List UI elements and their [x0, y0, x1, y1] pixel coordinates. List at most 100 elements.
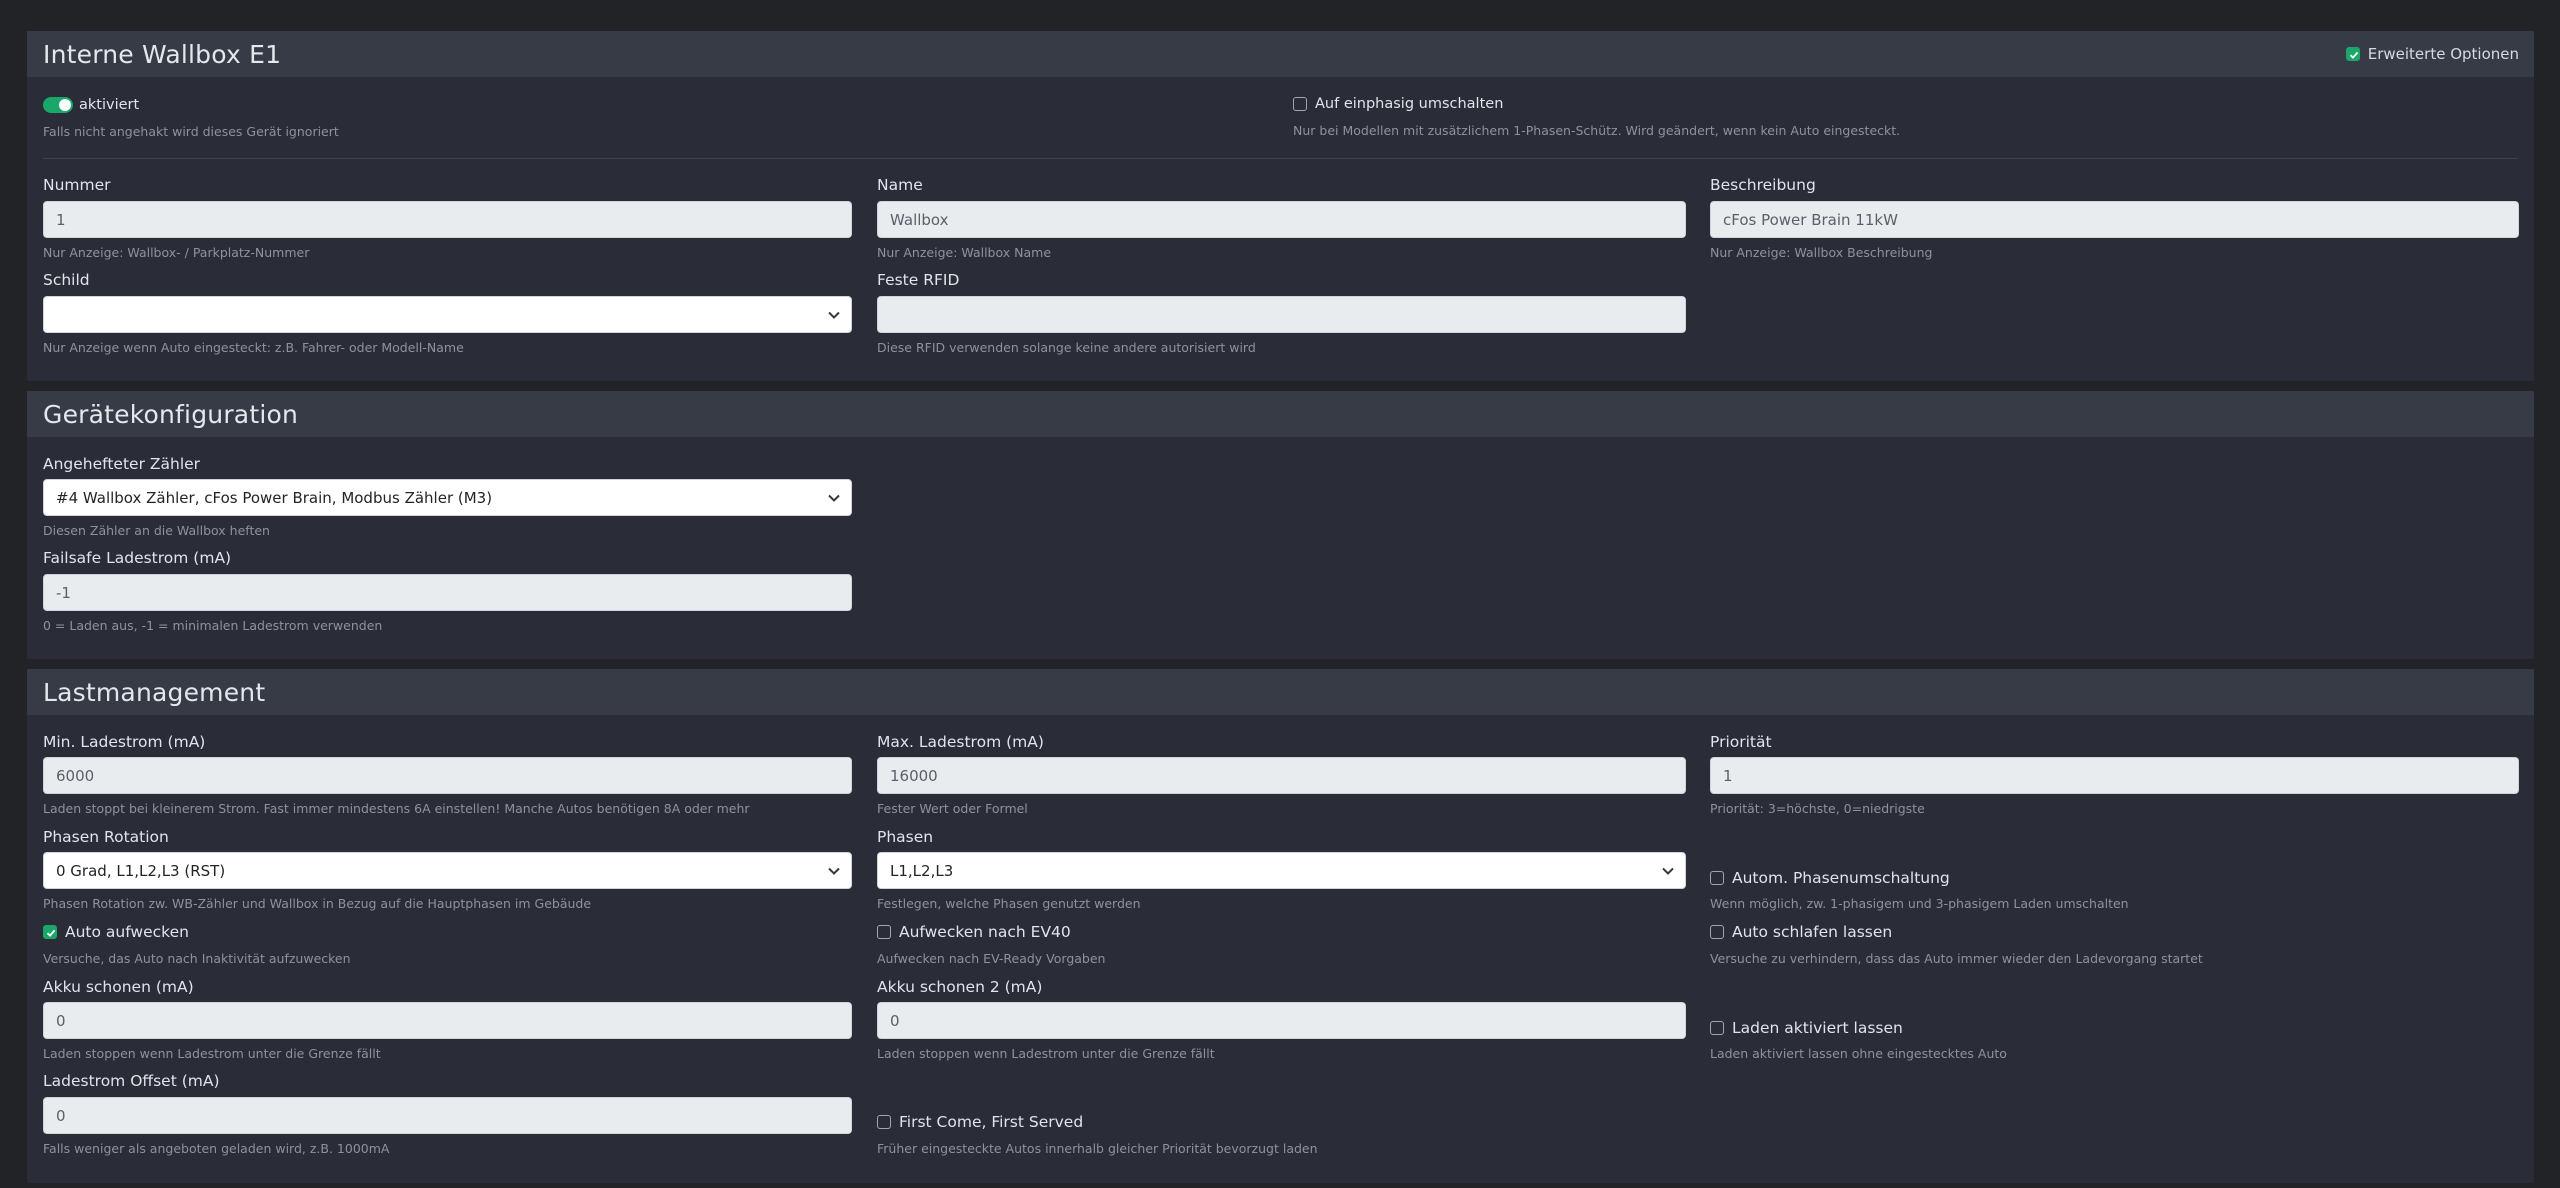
wake-ev40-label: Aufwecken nach EV40	[899, 923, 1071, 941]
keep-charging-row[interactable]: Laden aktiviert lassen	[1710, 1019, 1903, 1037]
beschreibung-input[interactable]: cFos Power Brain 11kW	[1710, 201, 2519, 238]
wallbox-card: Interne Wallbox E1 Erweiterte Optionen a…	[27, 31, 2534, 381]
device-config-header: Gerätekonfiguration	[27, 391, 2534, 437]
name-label: Name	[877, 176, 923, 194]
name-input[interactable]: Wallbox	[877, 201, 1686, 238]
min-current-hint: Laden stoppt bei kleinerem Strom. Fast i…	[43, 801, 750, 816]
advanced-options-toggle[interactable]: Erweiterte Optionen	[2345, 45, 2519, 63]
failsafe-input[interactable]: -1	[43, 574, 852, 611]
battery-hint: Laden stoppen wenn Ladestrom unter die G…	[43, 1046, 381, 1061]
battery2-hint: Laden stoppen wenn Ladestrom unter die G…	[877, 1046, 1215, 1061]
priority-hint: Priorität: 3=höchste, 0=niedrigste	[1710, 801, 1925, 816]
meter-hint: Diesen Zähler an die Wallbox heften	[43, 523, 270, 538]
offset-label: Ladestrom Offset (mA)	[43, 1072, 220, 1090]
chevron-down-icon	[828, 867, 840, 875]
auto-phase-switch-row[interactable]: Autom. Phasenumschaltung	[1710, 869, 1950, 887]
wake-ev40-checkbox[interactable]	[877, 925, 891, 939]
single-phase-checkbox[interactable]	[1293, 97, 1307, 111]
min-current-input[interactable]: 6000	[43, 757, 852, 794]
auto-phase-switch-hint: Wenn möglich, zw. 1-phasigem und 3-phasi…	[1710, 896, 2129, 911]
min-current-value: 6000	[56, 766, 95, 785]
priority-label: Priorität	[1710, 733, 1772, 751]
beschreibung-hint: Nur Anzeige: Wallbox Beschreibung	[1710, 245, 1933, 260]
rfid-label: Feste RFID	[877, 271, 960, 289]
wallbox-card-header: Interne Wallbox E1 Erweiterte Optionen	[27, 31, 2534, 77]
beschreibung-label: Beschreibung	[1710, 176, 1816, 194]
wake-up-hint: Versuche, das Auto nach Inaktivität aufz…	[43, 951, 351, 966]
meter-label: Angehefteter Zähler	[43, 455, 201, 473]
chevron-down-icon	[828, 311, 840, 319]
offset-input[interactable]: 0	[43, 1097, 852, 1134]
fcfs-label: First Come, First Served	[899, 1113, 1084, 1131]
section-divider	[43, 158, 2518, 159]
min-current-label: Min. Ladestrom (mA)	[43, 733, 206, 751]
nummer-label: Nummer	[43, 176, 111, 194]
single-phase-row[interactable]: Auf einphasig umschalten	[1293, 96, 1503, 112]
max-current-value: 16000	[890, 766, 938, 785]
offset-hint: Falls weniger als angeboten geladen wird…	[43, 1141, 390, 1156]
priority-input[interactable]: 1	[1710, 757, 2519, 794]
failsafe-value: -1	[56, 583, 71, 602]
single-phase-label: Auf einphasig umschalten	[1315, 96, 1504, 112]
chevron-down-icon	[828, 494, 840, 502]
phases-hint: Festlegen, welche Phasen genutzt werden	[877, 896, 1141, 911]
battery-input[interactable]: 0	[43, 1002, 852, 1039]
max-current-label: Max. Ladestrom (mA)	[877, 733, 1044, 751]
fcfs-row[interactable]: First Come, First Served	[877, 1113, 1083, 1131]
advanced-options-label: Erweiterte Optionen	[2367, 45, 2519, 63]
battery2-input[interactable]: 0	[877, 1002, 1686, 1039]
auto-sleep-checkbox[interactable]	[1710, 925, 1724, 939]
fcfs-checkbox[interactable]	[877, 1115, 891, 1129]
fcfs-hint: Früher eingesteckte Autos innerhalb glei…	[877, 1141, 1318, 1156]
auto-sleep-label: Auto schlafen lassen	[1732, 923, 1893, 941]
keep-charging-checkbox[interactable]	[1710, 1021, 1724, 1035]
rotation-select[interactable]: 0 Grad, L1,L2,L3 (RST)	[43, 852, 852, 889]
name-value: Wallbox	[890, 210, 949, 229]
enabled-switch[interactable]	[43, 97, 73, 113]
nummer-value: 1	[56, 210, 66, 229]
beschreibung-value: cFos Power Brain 11kW	[1723, 210, 1898, 229]
device-config-card: Gerätekonfiguration Angehefteter Zähler …	[27, 391, 2534, 659]
name-hint: Nur Anzeige: Wallbox Name	[877, 245, 1052, 260]
advanced-options-checkbox[interactable]	[2345, 47, 2360, 61]
device-config-title: Gerätekonfiguration	[43, 399, 299, 429]
max-current-input[interactable]: 16000	[877, 757, 1686, 794]
keep-charging-hint: Laden aktiviert lassen ohne eingesteckte…	[1710, 1046, 2007, 1061]
failsafe-hint: 0 = Laden aus, -1 = minimalen Ladestrom …	[43, 618, 383, 633]
chevron-down-icon	[1662, 867, 1674, 875]
battery-value: 0	[56, 1011, 66, 1030]
wake-ev40-hint: Aufwecken nach EV-Ready Vorgaben	[877, 951, 1106, 966]
load-management-title: Lastmanagement	[43, 677, 266, 707]
rfid-input[interactable]	[877, 296, 1686, 333]
schild-select[interactable]	[43, 296, 852, 333]
load-management-header: Lastmanagement	[27, 669, 2534, 715]
wake-up-checkbox[interactable]	[43, 925, 57, 939]
schild-label: Schild	[43, 271, 90, 289]
phases-select[interactable]: L1,L2,L3	[877, 852, 1686, 889]
battery-label: Akku schonen (mA)	[43, 978, 194, 996]
wallbox-card-title: Interne Wallbox E1	[43, 39, 282, 69]
wake-up-label: Auto aufwecken	[65, 923, 189, 941]
nummer-input[interactable]: 1	[43, 201, 852, 238]
offset-value: 0	[56, 1106, 66, 1125]
rotation-hint: Phasen Rotation zw. WB-Zähler und Wallbo…	[43, 896, 592, 911]
rotation-label: Phasen Rotation	[43, 828, 169, 846]
battery2-value: 0	[890, 1011, 900, 1030]
single-phase-hint: Nur bei Modellen mit zusätzlichem 1-Phas…	[1293, 123, 1901, 138]
auto-sleep-hint: Versuche zu verhindern, dass das Auto im…	[1710, 951, 2203, 966]
load-management-card: Lastmanagement Min. Ladestrom (mA) 6000 …	[27, 669, 2534, 1183]
wake-up-row[interactable]: Auto aufwecken	[43, 923, 189, 941]
wake-ev40-row[interactable]: Aufwecken nach EV40	[877, 923, 1071, 941]
enabled-hint: Falls nicht angehakt wird dieses Gerät i…	[43, 124, 339, 139]
battery2-label: Akku schonen 2 (mA)	[877, 978, 1043, 996]
rfid-hint: Diese RFID verwenden solange keine ander…	[877, 340, 1256, 355]
auto-phase-switch-checkbox[interactable]	[1710, 871, 1724, 885]
meter-value: #4 Wallbox Zähler, cFos Power Brain, Mod…	[56, 488, 493, 507]
rotation-value: 0 Grad, L1,L2,L3 (RST)	[56, 861, 226, 880]
priority-value: 1	[1723, 766, 1733, 785]
auto-sleep-row[interactable]: Auto schlafen lassen	[1710, 923, 1892, 941]
nummer-hint: Nur Anzeige: Wallbox- / Parkplatz-Nummer	[43, 245, 310, 260]
meter-select[interactable]: #4 Wallbox Zähler, cFos Power Brain, Mod…	[43, 479, 852, 516]
auto-phase-switch-label: Autom. Phasenumschaltung	[1732, 869, 1950, 887]
enabled-switch-row[interactable]: aktiviert	[43, 97, 139, 113]
